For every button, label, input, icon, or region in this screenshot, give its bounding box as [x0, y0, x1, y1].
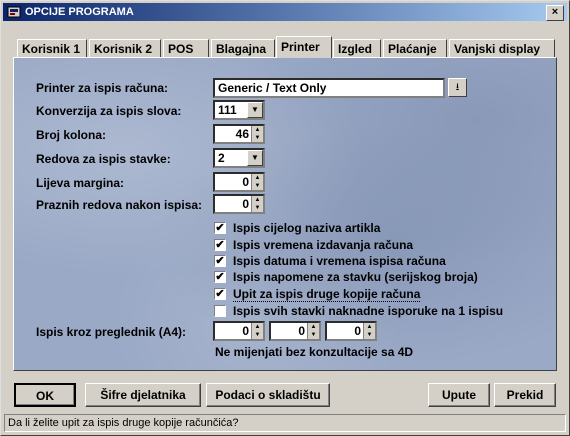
spin-down-icon[interactable]: ▼ — [252, 182, 263, 190]
close-icon: × — [551, 6, 559, 18]
columns-value: 46 — [235, 127, 249, 141]
checkbox-check-icon[interactable]: ✔ — [214, 288, 226, 300]
spin-down-icon[interactable]: ▼ — [252, 204, 263, 212]
title-bar[interactable]: OPCIJE PROGRAMA × — [3, 3, 567, 21]
preview-note: Ne mijenjati bez konzultacije sa 4D — [215, 345, 414, 359]
spin-down-icon[interactable]: ▼ — [252, 134, 263, 142]
upute-button[interactable]: Upute — [428, 383, 490, 407]
spin-up-icon[interactable]: ▲ — [252, 323, 263, 331]
printer-label: Printer za ispis računa: — [36, 81, 169, 95]
tab-korisnik-1[interactable]: Korisnik 1 — [17, 39, 87, 57]
tab-blagajna[interactable]: Blagajna — [211, 39, 275, 57]
printer-dropdown-button[interactable]: ⭳ — [448, 78, 467, 97]
empty-rows-spinner[interactable]: 0 ▲ ▼ — [213, 194, 265, 214]
empty-rows-label: Praznih redova nakon ispisa: — [36, 198, 203, 212]
ok-button[interactable]: OK — [14, 383, 76, 407]
spin-up-icon[interactable]: ▲ — [252, 126, 263, 134]
preview-spinner-1[interactable]: 0 ▲ ▼ — [213, 321, 265, 341]
tab-placanje[interactable]: Plaćanje — [383, 39, 447, 57]
rows-combo[interactable]: 2 ▼ — [213, 148, 265, 168]
spin-up-icon[interactable]: ▲ — [252, 196, 263, 204]
tab-izgled[interactable]: Izgled — [333, 39, 381, 57]
conversion-value: 111 — [218, 103, 237, 117]
checkbox-empty-icon[interactable] — [214, 305, 226, 317]
checkbox-check-icon[interactable]: ✔ — [214, 222, 226, 234]
spin-up-icon[interactable]: ▲ — [252, 174, 263, 182]
checkbox-check-icon[interactable]: ✔ — [214, 271, 226, 283]
printer-combo[interactable]: Generic / Text Only — [213, 78, 445, 98]
status-bar: Da li želite upit za ispis druge kopije … — [4, 414, 566, 432]
margin-label: Lijeva margina: — [36, 176, 125, 190]
prekid-button[interactable]: Prekid — [494, 383, 556, 407]
preview-label: Ispis kroz preglednik (A4): — [36, 325, 187, 339]
margin-spinner[interactable]: 0 ▲ ▼ — [213, 172, 265, 192]
checkbox-check-icon[interactable]: ✔ — [214, 255, 226, 267]
window-title: OPCIJE PROGRAMA — [25, 6, 134, 18]
tab-vanjski-display[interactable]: Vanjski display — [449, 39, 555, 57]
columns-spinner[interactable]: 46 ▲ ▼ — [213, 124, 265, 144]
app-icon — [7, 6, 21, 18]
tab-pos[interactable]: POS — [163, 39, 209, 57]
preview-spinner-2[interactable]: 0 ▲ ▼ — [269, 321, 321, 341]
checkbox-check-icon[interactable]: ✔ — [214, 239, 226, 251]
podaci-o-skladistu-button[interactable]: Podaci o skladištu — [206, 383, 330, 407]
spin-down-icon[interactable]: ▼ — [364, 331, 375, 339]
spin-up-icon[interactable]: ▲ — [308, 323, 319, 331]
spin-up-icon[interactable]: ▲ — [364, 323, 375, 331]
rows-value: 2 — [218, 151, 225, 165]
preview-spinner-3[interactable]: 0 ▲ ▼ — [325, 321, 377, 341]
options-window: OPCIJE PROGRAMA × Korisnik 1 Korisnik 2 … — [0, 0, 570, 436]
rows-label: Redova za ispis stavke: — [36, 152, 171, 166]
dropdown-arrow-icon: ⭳ — [455, 82, 460, 93]
spin-down-icon[interactable]: ▼ — [252, 331, 263, 339]
sifre-djelatnika-button[interactable]: Šifre djelatnika — [85, 383, 201, 407]
spin-down-icon[interactable]: ▼ — [308, 331, 319, 339]
chevron-down-icon[interactable]: ▼ — [247, 102, 263, 118]
tab-printer[interactable]: Printer — [276, 36, 332, 58]
tab-korisnik-2[interactable]: Korisnik 2 — [89, 39, 161, 57]
chevron-down-icon[interactable]: ▼ — [247, 150, 263, 166]
conversion-label: Konverzija za ispis slova: — [36, 104, 182, 118]
margin-value: 0 — [242, 175, 249, 189]
close-button[interactable]: × — [546, 5, 564, 21]
printer-value: Generic / Text Only — [218, 81, 327, 95]
columns-label: Broj kolona: — [36, 128, 107, 142]
conversion-combo[interactable]: 111 ▼ — [213, 100, 265, 120]
empty-rows-value: 0 — [242, 197, 249, 211]
